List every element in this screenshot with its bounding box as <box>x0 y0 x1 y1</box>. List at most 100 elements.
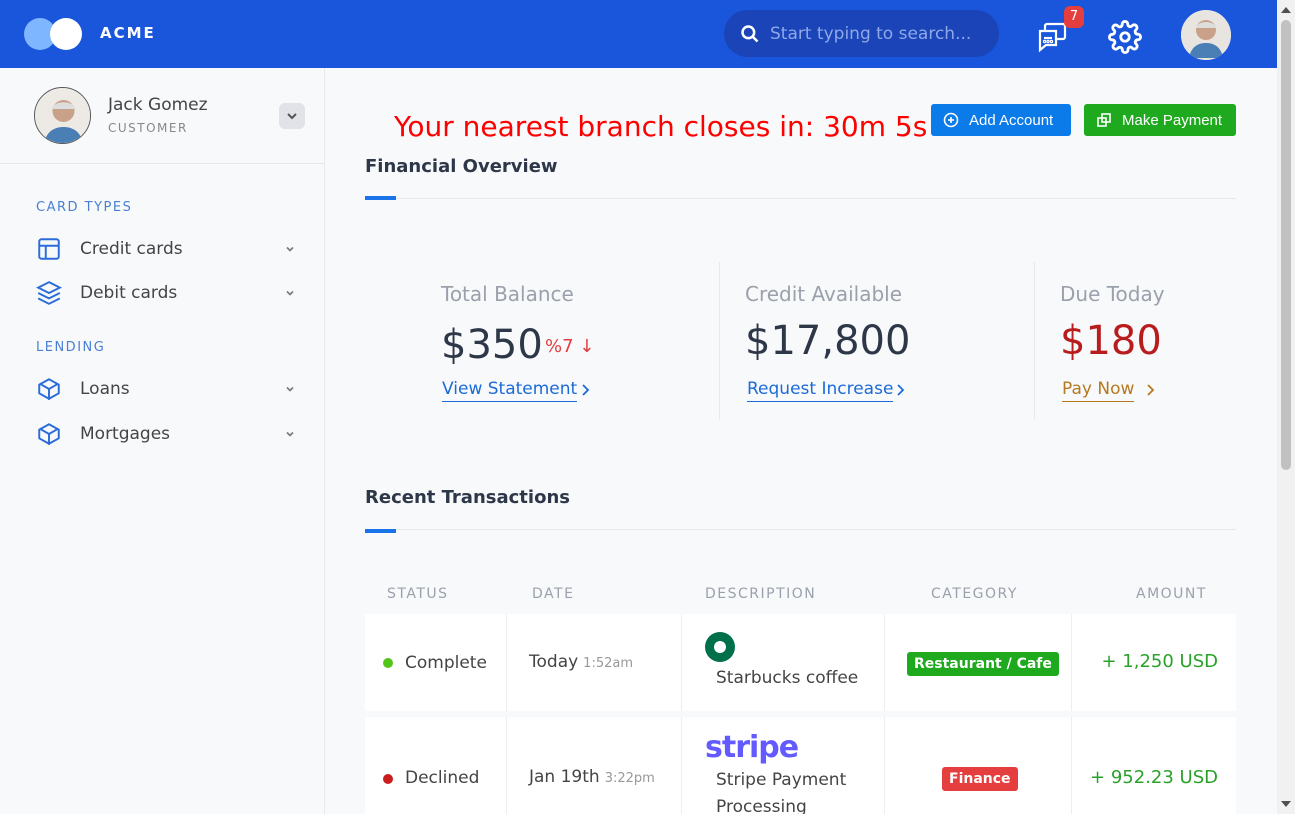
user-avatar-header[interactable] <box>1181 10 1231 60</box>
transaction-date: Today 1:52am <box>529 652 633 672</box>
search-icon <box>741 24 759 42</box>
column-header-description[interactable]: DESCRIPTION <box>705 586 816 602</box>
column-header-category[interactable]: CATEGORY <box>931 586 1018 602</box>
add-account-label: Add Account <box>969 111 1054 129</box>
layout-icon <box>38 238 60 260</box>
column-header-amount[interactable]: AMOUNT <box>1136 586 1207 602</box>
sidebar-item-debit-cards[interactable]: Debit cards <box>36 276 296 310</box>
category-badge: Finance <box>942 767 1018 791</box>
top-navigation-bar: ACME 7 <box>0 0 1277 68</box>
stripe-logo-icon: stripe <box>705 730 799 765</box>
brand-name: ACME <box>100 24 156 42</box>
status-declined-dot <box>383 774 393 784</box>
time-text: 1:52am <box>583 656 633 671</box>
cell-divider <box>681 614 682 711</box>
transaction-description: Starbucks coffee <box>716 668 859 688</box>
divider <box>1034 262 1035 420</box>
cell-divider <box>506 614 507 711</box>
recent-transactions-title: Recent Transactions <box>365 487 570 508</box>
balance-change-value: %7 <box>545 336 574 357</box>
due-today-label: Due Today <box>1060 282 1165 306</box>
credit-available-value: $17,800 <box>745 318 911 364</box>
user-profile: Jack Gomez CUSTOMER <box>0 68 324 164</box>
section-title-lending: LENDING <box>36 340 106 355</box>
avatar[interactable] <box>34 87 91 144</box>
chevron-right-icon[interactable] <box>895 383 907 397</box>
sidebar-item-label: Mortgages <box>80 424 171 444</box>
starbucks-logo-icon <box>705 632 735 662</box>
arrow-down-icon: ↓ <box>579 336 595 357</box>
date-text: Today <box>529 652 579 672</box>
user-name: Jack Gomez <box>108 95 208 115</box>
chevron-down-icon <box>286 290 294 296</box>
add-account-button[interactable]: Add Account <box>931 104 1071 136</box>
sidebar-item-credit-cards[interactable]: Credit cards <box>36 232 296 266</box>
chevron-down-icon <box>286 386 294 392</box>
make-payment-label: Make Payment <box>1122 111 1223 129</box>
status-text: Complete <box>405 653 487 673</box>
notification-badge: 7 <box>1064 6 1084 28</box>
financial-overview-title: Financial Overview <box>365 156 558 177</box>
scroll-up-arrow-icon[interactable] <box>1281 7 1291 13</box>
chevron-down-icon <box>286 246 294 252</box>
make-payment-button[interactable]: Make Payment <box>1084 104 1236 136</box>
sidebar: Jack Gomez CUSTOMER CARD TYPES Credit ca… <box>0 68 325 814</box>
cell-divider <box>506 717 507 814</box>
sidebar-item-mortgages[interactable]: Mortgages <box>36 417 296 451</box>
search-box[interactable] <box>724 10 999 57</box>
user-role: CUSTOMER <box>108 121 188 135</box>
column-header-date[interactable]: DATE <box>532 586 574 602</box>
sidebar-item-label: Credit cards <box>80 239 183 259</box>
cell-divider <box>1071 717 1072 814</box>
cell-divider <box>1071 614 1072 711</box>
transaction-date: Jan 19th 3:22pm <box>529 767 655 787</box>
status-text: Declined <box>405 768 480 788</box>
scrollbar-thumb[interactable] <box>1281 20 1291 470</box>
balance-change: %7 ↓ <box>545 336 594 357</box>
transaction-amount: + 1,250 USD <box>1101 651 1218 672</box>
sidebar-item-label: Debit cards <box>80 283 178 303</box>
layers-icon <box>36 281 62 305</box>
cell-divider <box>681 717 682 814</box>
sidebar-item-label: Loans <box>80 379 130 399</box>
scroll-down-arrow-icon[interactable] <box>1281 801 1291 807</box>
cell-divider <box>884 717 885 814</box>
due-today-value: $180 <box>1060 318 1162 364</box>
divider <box>365 198 1236 199</box>
gear-icon[interactable] <box>1108 20 1142 54</box>
section-title-card-types: CARD TYPES <box>36 200 133 215</box>
chevron-right-icon[interactable] <box>580 383 592 397</box>
total-balance-label: Total Balance <box>441 282 574 306</box>
total-balance-value: $350 <box>441 322 543 368</box>
credit-available-label: Credit Available <box>745 282 903 306</box>
pay-now-link[interactable]: Pay Now <box>1062 379 1135 402</box>
sidebar-item-loans[interactable]: Loans <box>36 372 296 406</box>
box-icon <box>38 423 60 445</box>
section-underline <box>365 196 396 200</box>
divider <box>719 262 720 420</box>
chevron-right-icon[interactable] <box>1145 383 1157 397</box>
cell-divider <box>884 614 885 711</box>
chevron-down-icon <box>287 113 297 120</box>
divider <box>365 529 1236 530</box>
date-text: Jan 19th <box>529 767 600 787</box>
status-complete-dot <box>383 658 393 668</box>
column-header-status[interactable]: STATUS <box>387 586 449 602</box>
view-statement-link[interactable]: View Statement <box>442 379 578 402</box>
section-underline <box>365 529 396 533</box>
transaction-amount: + 952.23 USD <box>1090 767 1218 788</box>
page: ACME 7 Jack Gomez CUSTOMER CARD TYPES <box>0 0 1295 814</box>
copy-icon <box>1097 113 1111 127</box>
transaction-description-line2: Processing <box>716 797 807 814</box>
acme-logo[interactable] <box>24 18 84 50</box>
search-input[interactable] <box>770 23 990 44</box>
user-menu-toggle[interactable] <box>279 103 305 129</box>
request-increase-link[interactable]: Request Increase <box>747 379 894 402</box>
time-text: 3:22pm <box>604 771 655 786</box>
category-badge: Restaurant / Cafe <box>907 652 1059 676</box>
box-icon <box>38 378 60 400</box>
transaction-description-line1: Stripe Payment <box>716 770 847 790</box>
plus-circle-icon <box>943 112 959 128</box>
branch-countdown: Your nearest branch closes in: 30m 5s <box>394 110 928 143</box>
page-scrollbar[interactable] <box>1277 0 1295 814</box>
